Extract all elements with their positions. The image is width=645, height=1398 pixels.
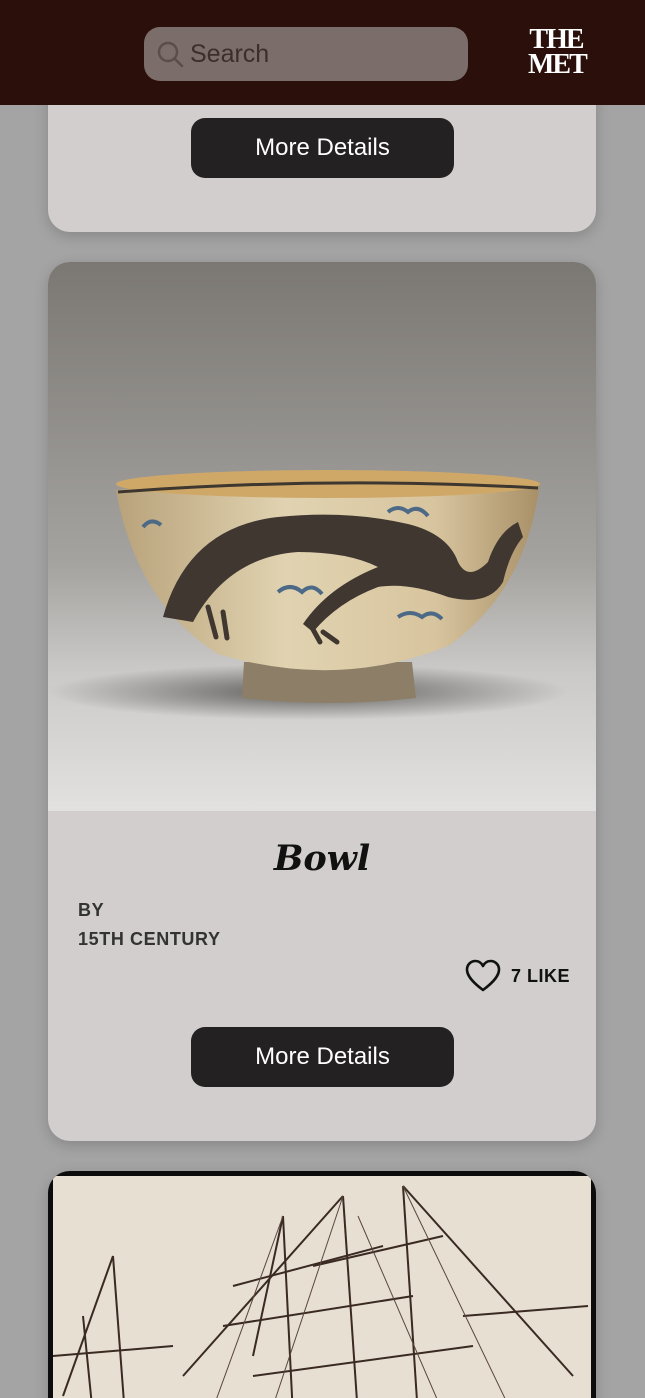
- artwork-image[interactable]: [53, 1176, 591, 1398]
- artwork-image[interactable]: [48, 262, 596, 811]
- search-bar[interactable]: [144, 27, 468, 81]
- artist-label: BY: [78, 900, 105, 920]
- app-header: THE MET: [0, 0, 645, 105]
- met-logo[interactable]: THE MET: [528, 26, 588, 81]
- more-details-button[interactable]: More Details: [191, 1027, 454, 1087]
- like-count: 7 LIKE: [511, 965, 571, 986]
- search-input[interactable]: [190, 39, 450, 69]
- like-button[interactable]: 7 LIKE: [465, 959, 570, 993]
- logo-line-2: MET: [528, 49, 588, 80]
- search-icon: [157, 41, 184, 68]
- artwork-card-next: [48, 1171, 596, 1398]
- artwork-title: Bowl: [273, 838, 371, 879]
- heart-icon: [465, 959, 501, 992]
- page: THE MET More Details: [0, 0, 645, 1398]
- more-details-button[interactable]: More Details: [191, 118, 454, 178]
- artwork-card: Bowl BY 15TH CENTURY 7 LIKE More Details: [48, 262, 596, 1141]
- artwork-date: 15TH CENTURY: [78, 929, 221, 949]
